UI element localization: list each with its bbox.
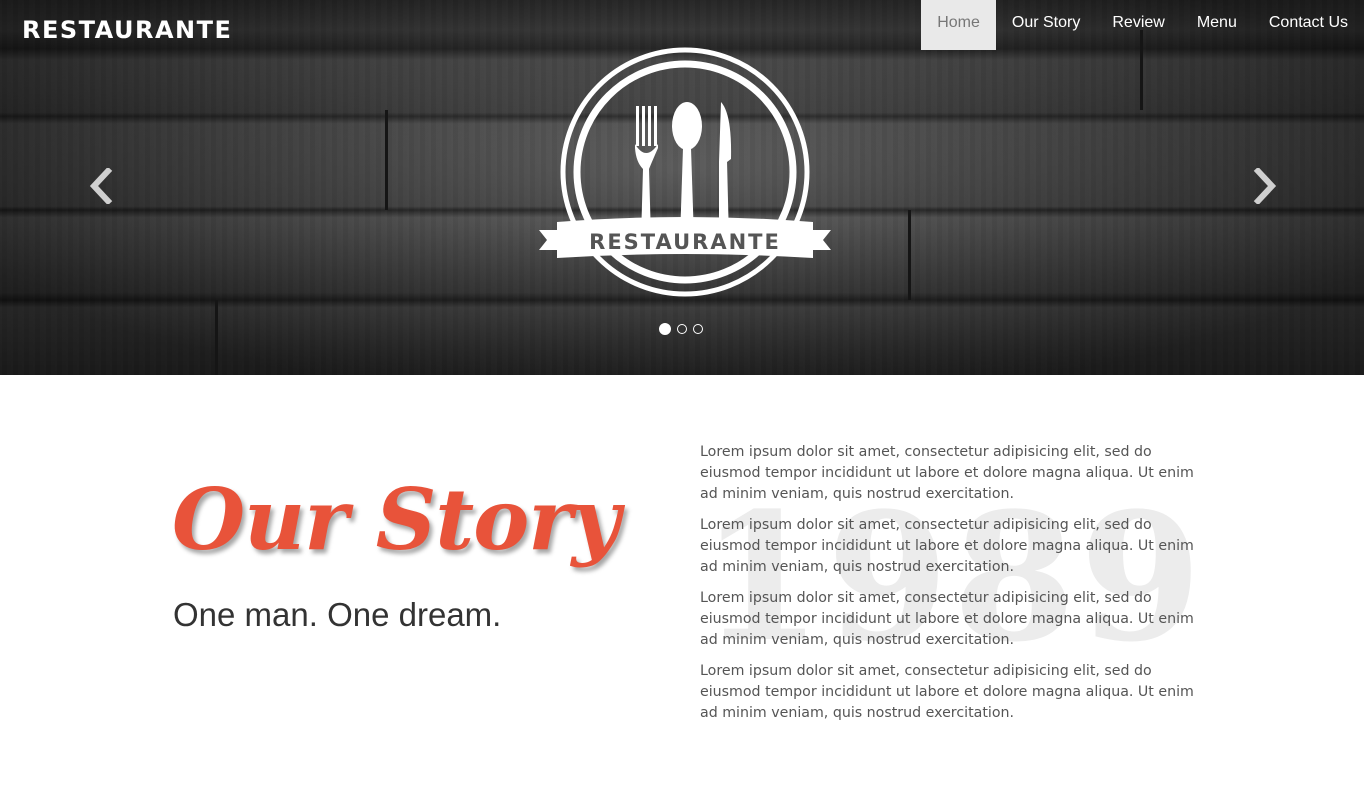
- chevron-right-icon: [1253, 166, 1277, 206]
- carousel-indicators: [659, 323, 703, 335]
- story-paragraph: Lorem ipsum dolor sit amet, consectetur …: [700, 444, 1194, 502]
- logo-banner-text: RESTAURANTE: [589, 230, 781, 254]
- wood-seam: [385, 110, 388, 210]
- carousel-prev-button[interactable]: [86, 166, 116, 206]
- brand-logo[interactable]: RESTAURANTE: [22, 16, 232, 44]
- restaurant-emblem-logo: RESTAURANTE: [539, 47, 831, 297]
- carousel-next-button[interactable]: [1250, 166, 1280, 206]
- main-nav: Home Our Story Review Menu Contact Us: [921, 0, 1364, 50]
- carousel-dot-2[interactable]: [677, 324, 687, 334]
- hero-carousel: RESTAURANTE Home Our Story Review Menu C…: [0, 0, 1364, 375]
- section-title: Our Story: [172, 470, 620, 569]
- nav-home[interactable]: Home: [921, 0, 996, 50]
- carousel-dot-3[interactable]: [693, 324, 703, 334]
- story-paragraph: Lorem ipsum dolor sit amet, consectetur …: [700, 590, 1194, 648]
- story-paragraph: Lorem ipsum dolor sit amet, consectetur …: [700, 517, 1194, 575]
- nav-our-story[interactable]: Our Story: [996, 0, 1096, 50]
- nav-contact-us[interactable]: Contact Us: [1253, 0, 1364, 50]
- carousel-dot-1[interactable]: [659, 323, 671, 335]
- chevron-left-icon: [89, 166, 113, 206]
- nav-menu[interactable]: Menu: [1181, 0, 1253, 50]
- nav-review[interactable]: Review: [1096, 0, 1180, 50]
- story-text-column: Lorem ipsum dolor sit amet, consectetur …: [700, 442, 1195, 734]
- wood-seam: [908, 210, 911, 300]
- story-paragraph: Lorem ipsum dolor sit amet, consectetur …: [700, 663, 1194, 721]
- section-subtitle: One man. One dream.: [173, 596, 502, 633]
- wood-seam: [215, 300, 218, 375]
